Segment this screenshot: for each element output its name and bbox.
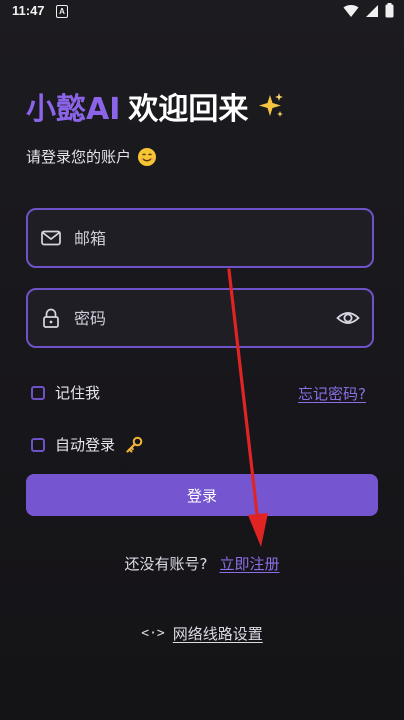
brand-name: 小懿AI <box>26 92 121 127</box>
password-field[interactable] <box>26 288 374 348</box>
auto-login-checkbox[interactable] <box>31 437 45 452</box>
login-screen: 11:47 A 小懿AI 欢迎回来 请登录您的账户 邮箱 记住我 忘记密码? 自… <box>0 0 404 720</box>
auto-login-row[interactable]: 自动登录 <box>31 434 143 455</box>
network-settings-link[interactable]: 网络线路设置 <box>173 623 263 644</box>
auto-login-label: 自动登录 <box>55 436 116 454</box>
status-bar: 11:47 A <box>0 0 404 24</box>
code-brackets-icon: <·> <box>141 626 165 641</box>
status-icons <box>343 3 394 18</box>
email-input[interactable] <box>72 217 372 259</box>
email-field[interactable] <box>26 208 374 268</box>
lock-icon <box>43 308 59 328</box>
eye-icon[interactable] <box>336 306 360 330</box>
welcome-title: 小懿AI 欢迎回来 <box>26 84 286 128</box>
key-icon <box>126 436 143 453</box>
login-button[interactable]: 登录 <box>26 474 378 516</box>
remember-me-row[interactable]: 记住我 <box>31 382 100 403</box>
sparkles-icon <box>259 93 284 117</box>
subtitle: 请登录您的账户 <box>26 146 157 167</box>
smiling-face-icon <box>138 147 157 166</box>
mail-icon <box>41 230 61 246</box>
signal-icon <box>366 4 378 17</box>
subtitle-text: 请登录您的账户 <box>26 148 132 166</box>
forgot-password-link[interactable]: 忘记密码? <box>298 383 366 404</box>
notification-a-icon: A <box>56 5 68 18</box>
password-input[interactable] <box>72 297 336 339</box>
wifi-icon <box>343 4 359 17</box>
register-prompt: 还没有账号? <box>124 555 208 573</box>
welcome-text: 欢迎回来 <box>128 92 249 127</box>
remember-me-label: 记住我 <box>55 384 101 402</box>
network-settings-row[interactable]: <·> 网络线路设置 <box>0 623 404 644</box>
battery-icon <box>385 3 394 18</box>
status-time: 11:47 <box>12 3 45 18</box>
remember-me-checkbox[interactable] <box>31 385 45 400</box>
register-row: 还没有账号? 立即注册 <box>0 553 404 574</box>
register-link[interactable]: 立即注册 <box>219 555 279 573</box>
